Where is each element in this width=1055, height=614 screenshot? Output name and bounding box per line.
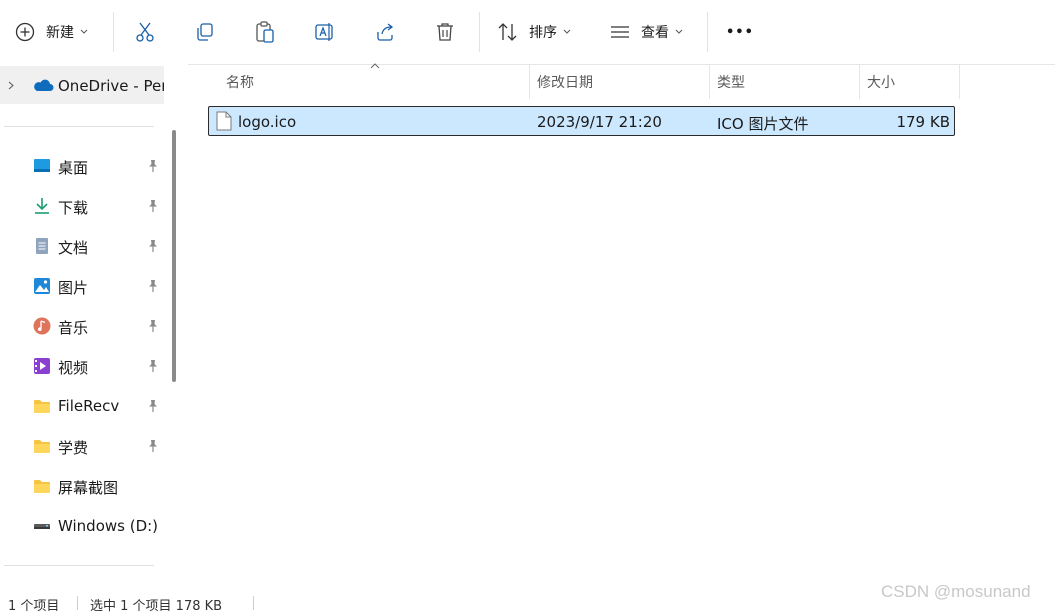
sidebar-item-pictures[interactable]: 图片 <box>0 268 164 304</box>
new-button[interactable]: 新建 <box>14 12 100 52</box>
file-size: 179 KB <box>896 113 950 131</box>
column-header-size[interactable]: 大小 <box>858 65 958 99</box>
toolbar-divider <box>113 12 114 52</box>
column-divider[interactable] <box>959 65 960 99</box>
sidebar-item-label: 桌面 <box>58 159 89 177</box>
sidebar-item-filerecv[interactable]: FileRecv <box>0 388 164 424</box>
chevron-down-icon <box>675 29 683 34</box>
document-icon <box>36 238 48 254</box>
sidebar-item-desktop[interactable]: 桌面 <box>0 148 164 184</box>
view-button-label: 查看 <box>641 25 669 41</box>
pin-icon[interactable] <box>146 359 160 373</box>
sidebar-item-music[interactable]: 音乐 <box>0 308 164 344</box>
sidebar-item-label: 图片 <box>58 279 89 297</box>
delete-button[interactable] <box>434 12 458 52</box>
view-lines-icon <box>611 26 629 38</box>
watermark-text: CSDN @mosunand <box>881 582 1031 601</box>
pin-icon[interactable] <box>146 239 160 253</box>
folder-icon <box>34 440 50 453</box>
sidebar-item-drive-d[interactable]: Windows (D:) <box>0 508 164 544</box>
sidebar-item-label: 视频 <box>58 359 89 377</box>
file-icon <box>216 111 232 131</box>
sidebar-item-label: 文档 <box>58 239 89 257</box>
copy-button[interactable] <box>194 12 218 52</box>
new-button-label: 新建 <box>46 25 74 41</box>
toolbar-divider <box>707 12 708 52</box>
sidebar-item-label: 学费 <box>58 439 89 457</box>
folder-icon <box>34 400 50 413</box>
file-row-selected[interactable]: logo.ico 2023/9/17 21:20 ICO 图片文件 179 KB <box>208 106 955 136</box>
sidebar-divider <box>4 565 154 566</box>
selection-info: 选中 1 个项目 178 KB <box>90 599 223 614</box>
sidebar-scrollbar[interactable] <box>172 130 176 382</box>
column-header-type[interactable]: 类型 <box>708 65 858 99</box>
rename-icon <box>315 23 333 41</box>
download-icon <box>35 198 49 214</box>
column-header-modified[interactable]: 修改日期 <box>528 65 708 99</box>
sidebar-item-tuition[interactable]: 学费 <box>0 428 164 464</box>
pin-icon[interactable] <box>146 279 160 293</box>
rename-button[interactable] <box>314 12 338 52</box>
share-button[interactable] <box>374 12 398 52</box>
trash-icon <box>437 23 453 41</box>
pin-icon[interactable] <box>146 159 160 173</box>
music-icon <box>33 317 51 335</box>
toolbar-divider <box>479 12 480 52</box>
scissors-icon <box>136 22 154 42</box>
folder-icon <box>34 480 50 493</box>
sidebar-divider <box>4 126 154 127</box>
drive-icon <box>34 524 50 529</box>
status-divider <box>253 596 254 610</box>
sidebar-item-label: OneDrive - Per <box>58 77 164 95</box>
sidebar-item-label: 下载 <box>58 199 89 217</box>
sidebar-item-documents[interactable]: 文档 <box>0 228 164 264</box>
cut-button[interactable] <box>134 12 158 52</box>
column-header-name[interactable]: 名称 <box>217 65 529 99</box>
sidebar-item-onedrive[interactable]: OneDrive - Per <box>0 66 164 104</box>
video-icon <box>34 358 50 374</box>
sidebar-item-label: 音乐 <box>58 319 89 337</box>
sort-icon <box>498 23 517 41</box>
file-list-pane: 名称 修改日期 类型 大小 logo.ico 2023/9/17 21:20 I… <box>188 63 1055 590</box>
command-bar: 新建 排序 查看 ••• <box>0 0 1055 64</box>
more-icon: ••• <box>726 24 754 40</box>
paste-button[interactable] <box>254 12 278 52</box>
share-icon <box>377 23 394 41</box>
file-type: ICO 图片文件 <box>717 115 809 133</box>
pin-icon[interactable] <box>146 199 160 213</box>
view-button[interactable]: 查看 <box>609 12 691 52</box>
sidebar-item-label: 屏幕截图 <box>58 479 119 497</box>
chevron-right-icon <box>8 81 14 90</box>
clipboard-icon <box>256 21 274 43</box>
status-divider <box>77 596 78 610</box>
sidebar-item-screenshots[interactable]: 屏幕截图 <box>0 468 164 504</box>
chevron-down-icon <box>563 29 571 34</box>
copy-icon <box>197 23 213 41</box>
desktop-icon <box>34 159 50 172</box>
sort-button-label: 排序 <box>529 25 557 41</box>
file-name: logo.ico <box>238 113 297 131</box>
chevron-down-icon <box>80 29 88 34</box>
sidebar-item-videos[interactable]: 视频 <box>0 348 164 384</box>
sidebar-item-downloads[interactable]: 下载 <box>0 188 164 224</box>
plus-circle-icon <box>15 22 35 42</box>
sort-button[interactable]: 排序 <box>497 12 579 52</box>
sidebar-item-label: FileRecv <box>58 397 120 415</box>
column-header-row: 名称 修改日期 类型 大小 <box>188 63 1055 99</box>
pin-icon[interactable] <box>146 439 160 453</box>
pin-icon[interactable] <box>146 319 160 333</box>
pictures-icon <box>34 278 50 294</box>
file-modified: 2023/9/17 21:20 <box>537 113 662 131</box>
pin-icon[interactable] <box>146 399 160 413</box>
cloud-icon <box>34 79 54 91</box>
sidebar-item-label: Windows (D:) <box>58 517 159 535</box>
item-count: 1 个项目 <box>8 599 60 614</box>
navigation-pane: OneDrive - Per 桌面 下载 文档 图片 音乐 视频 FileRec… <box>0 64 186 590</box>
more-options-button[interactable]: ••• <box>726 12 754 52</box>
